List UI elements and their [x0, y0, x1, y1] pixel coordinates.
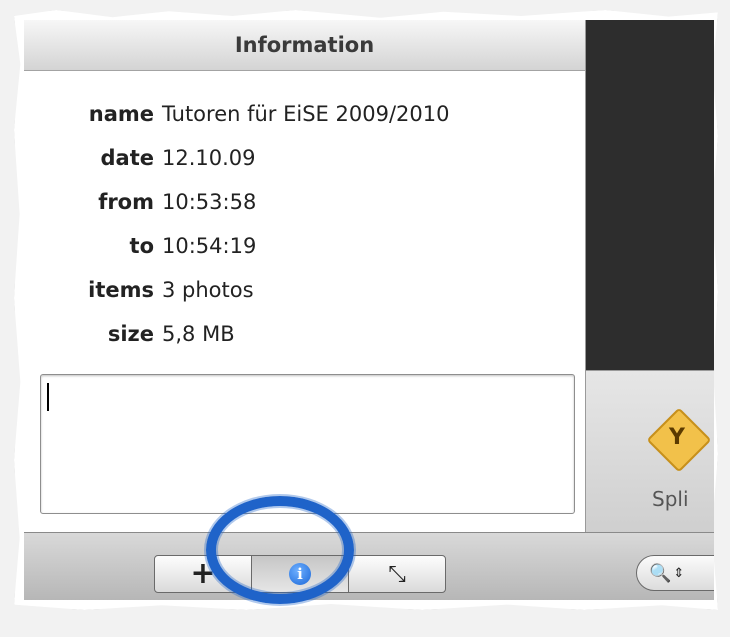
- info-key: date: [100, 146, 154, 170]
- highlight-circle: [206, 496, 354, 604]
- split-label: Spli: [652, 487, 689, 511]
- comment-textarea[interactable]: [40, 374, 575, 514]
- info-key: size: [107, 322, 154, 346]
- info-value: 12.10.09: [162, 146, 256, 170]
- info-row-items: items 3 photos: [24, 268, 585, 312]
- info-value: 10:54:19: [162, 234, 257, 258]
- photo-view-area: [586, 20, 714, 370]
- info-row-date: date 12.10.09: [24, 136, 585, 180]
- expand-icon: ⤡: [388, 561, 406, 587]
- info-key: name: [88, 102, 154, 126]
- text-caret: [47, 383, 49, 411]
- info-value: Tutoren für EiSE 2009/2010: [162, 102, 450, 126]
- information-header: Information: [24, 20, 585, 71]
- info-row-to: to 10:54:19: [24, 224, 585, 268]
- full-screen-button[interactable]: ⤡: [349, 556, 445, 592]
- info-key: from: [98, 190, 154, 214]
- app-window: Information name Tutoren für EiSE 2009/2…: [24, 20, 714, 600]
- info-key: to: [129, 234, 154, 258]
- info-value: 10:53:58: [162, 190, 257, 214]
- info-value: 3 photos: [162, 278, 254, 302]
- adjust-tools-panel: Y Spli: [586, 370, 714, 533]
- info-key: items: [88, 278, 154, 302]
- info-row-name: name Tutoren für EiSE 2009/2010: [24, 92, 585, 136]
- info-value: 5,8 MB: [162, 322, 235, 346]
- info-row-from: from 10:53:58: [24, 180, 585, 224]
- bottom-toolbar: + i ⤡ 🔍 ⇕: [24, 532, 714, 600]
- popup-arrows-icon: ⇕: [673, 565, 685, 581]
- info-row-size: size 5,8 MB: [24, 312, 585, 356]
- information-pane: Information name Tutoren für EiSE 2009/2…: [24, 20, 586, 532]
- search-menu-button[interactable]: 🔍 ⇕: [636, 555, 714, 591]
- search-icon: 🔍: [649, 562, 672, 584]
- split-glyph: Y: [669, 425, 685, 450]
- information-list: name Tutoren für EiSE 2009/2010 date 12.…: [24, 92, 585, 356]
